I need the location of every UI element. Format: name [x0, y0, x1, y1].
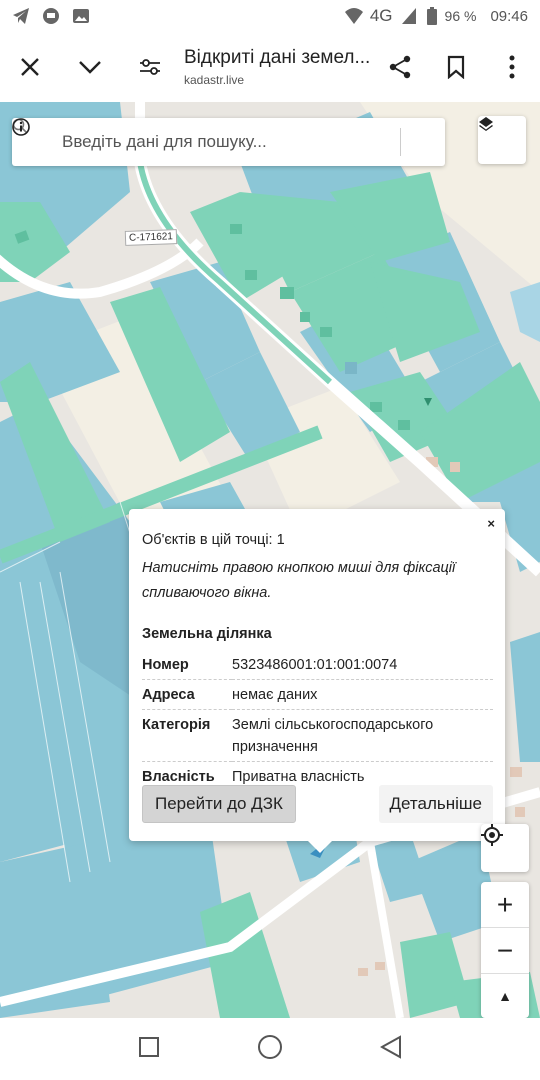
network-type: 4G — [369, 6, 393, 25]
circle-icon — [257, 1034, 282, 1059]
search-input[interactable] — [62, 132, 400, 152]
objects-count: Об'єктів в цій точці: 1 — [142, 532, 285, 548]
row-value: Землі сільськогосподарського призначення — [232, 709, 493, 762]
back-button[interactable] — [379, 1034, 402, 1064]
page-title-area[interactable]: Відкриті дані земел... kadastr.live — [180, 47, 372, 87]
chevron-down-icon — [79, 61, 101, 74]
row-key: Адреса — [142, 679, 232, 710]
square-icon — [139, 1036, 160, 1057]
more-icon — [509, 55, 515, 79]
zoom-controls: + − ▲ — [481, 882, 529, 1018]
layers-icon — [479, 117, 493, 131]
page-title: Відкриті дані земел... — [184, 47, 371, 68]
layers-button[interactable] — [478, 116, 526, 164]
road-label: C-171621 — [124, 229, 178, 246]
section-title: Земельна ділянка — [142, 626, 272, 642]
status-bar: 4G 96 % 09:46 — [0, 0, 540, 32]
close-button[interactable] — [0, 32, 60, 102]
row-key: Категорія — [142, 709, 232, 762]
signal-icon — [401, 7, 419, 25]
zoom-out-button[interactable]: − — [481, 928, 529, 974]
row-value: немає даних — [232, 679, 493, 710]
row-key: Номер — [142, 657, 189, 673]
battery-level: 96 % — [444, 8, 477, 24]
go-to-dzk-button[interactable]: Перейти до ДЗК — [142, 785, 296, 823]
gallery-icon — [72, 7, 90, 25]
search-bar — [12, 118, 445, 166]
triangle-back-icon — [379, 1034, 401, 1059]
crosshair-icon — [481, 824, 503, 846]
parcel-details-table: Номер 5323486001:01:001:0074 Адреса нема… — [142, 650, 493, 791]
popup-actions: Перейти до ДЗК Детальніше — [142, 785, 493, 823]
minimize-button[interactable] — [60, 32, 120, 102]
page-url: kadastr.live — [184, 73, 245, 87]
table-row: Категорія Землі сільськогосподарського п… — [142, 709, 493, 762]
locate-button[interactable] — [481, 824, 529, 872]
home-button[interactable] — [257, 1034, 283, 1065]
bookmark-button[interactable] — [428, 32, 484, 102]
bookmark-icon — [447, 55, 465, 79]
tune-icon — [140, 59, 160, 75]
popup-hint: Натисніть правою кнопкою миші для фіксац… — [142, 560, 456, 601]
popup-pointer — [308, 841, 332, 853]
parcel-popup: × Об'єктів в цій точці: 1 Натисніть прав… — [129, 509, 505, 853]
share-button[interactable] — [372, 32, 428, 102]
wifi-icon — [344, 7, 363, 25]
chat-icon — [42, 7, 60, 25]
compass-button[interactable]: ▲ — [481, 974, 529, 1018]
recents-button[interactable] — [138, 1036, 160, 1063]
table-row: Номер 5323486001:01:001:0074 — [142, 650, 493, 680]
more-options-button[interactable] — [484, 32, 540, 102]
info-icon — [12, 118, 30, 136]
details-button[interactable]: Детальніше — [378, 785, 493, 823]
clock: 09:46 — [490, 7, 528, 25]
popup-close-button[interactable]: × — [487, 516, 495, 531]
table-row: Адреса немає даних — [142, 679, 493, 710]
cadastral-map[interactable]: C-171621 × Об'єктів в цій точці: 1 Натис… — [0, 102, 540, 1018]
row-value: 5323486001:01:001:0074 — [232, 657, 398, 673]
compass-icon: ▲ — [498, 988, 512, 1004]
system-nav-bar — [0, 1018, 540, 1080]
site-settings-button[interactable] — [120, 32, 180, 102]
share-icon — [389, 55, 411, 79]
zoom-in-button[interactable]: + — [481, 882, 529, 928]
browser-toolbar: Відкриті дані земел... kadastr.live — [0, 32, 540, 102]
search-divider — [400, 128, 401, 156]
telegram-icon — [12, 7, 30, 25]
battery-icon — [426, 7, 437, 25]
close-icon — [21, 58, 39, 76]
